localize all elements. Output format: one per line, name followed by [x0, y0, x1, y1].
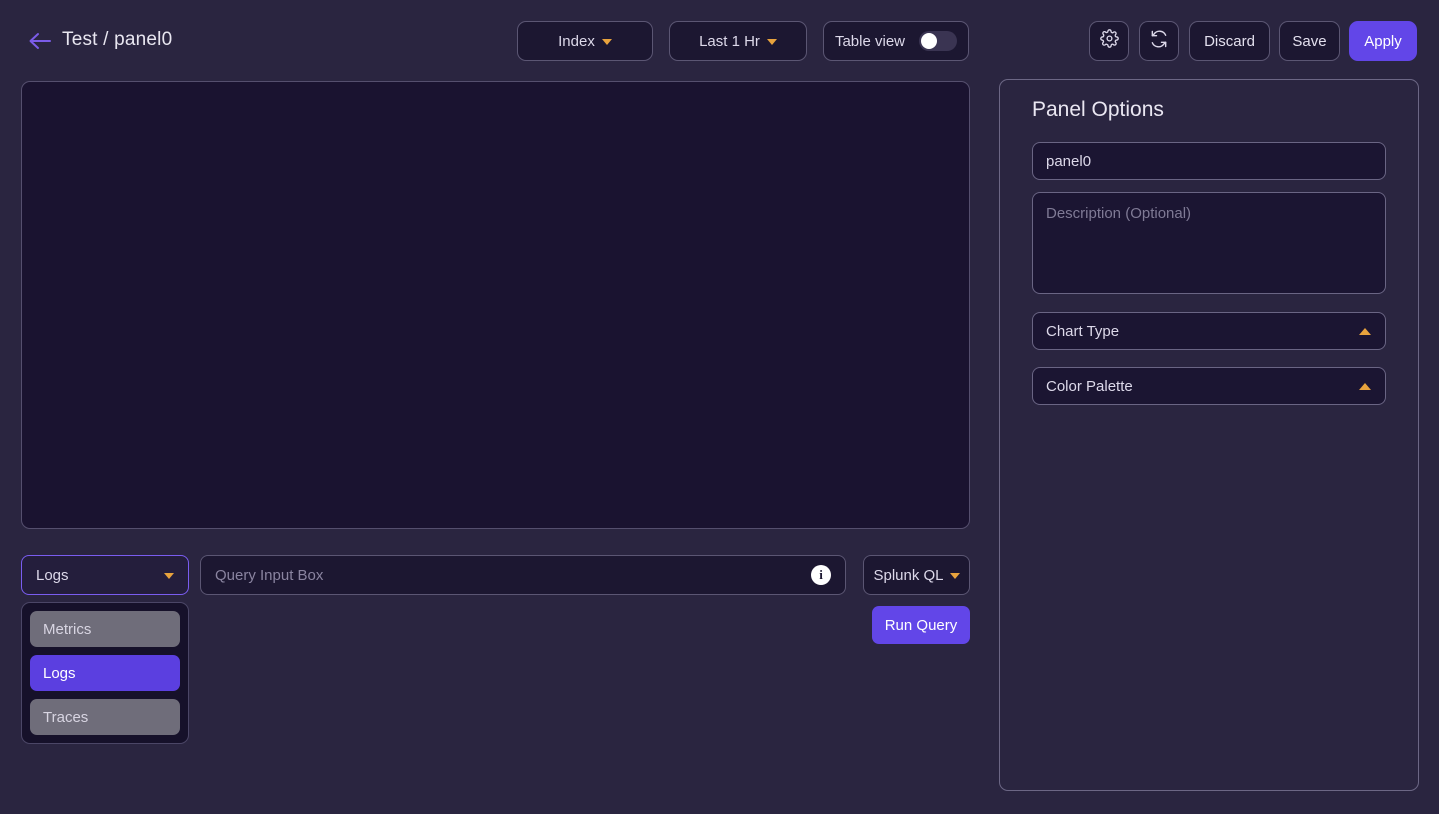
panel-name-value: panel0	[1046, 152, 1092, 170]
time-range-label: Last 1 Hr	[699, 32, 760, 50]
gear-icon	[1099, 29, 1119, 53]
save-button[interactable]: Save	[1279, 21, 1340, 61]
chevron-down-icon	[164, 573, 174, 579]
run-query-button[interactable]: Run Query	[872, 606, 970, 644]
index-dropdown[interactable]: Index	[517, 21, 653, 61]
panel-options-sidebar: Panel Options panel0 Description (Option…	[999, 79, 1419, 791]
apply-button[interactable]: Apply	[1349, 21, 1417, 61]
query-language-dropdown[interactable]: Splunk QL	[863, 555, 970, 595]
data-source-option-traces[interactable]: Traces	[30, 699, 180, 735]
discard-button[interactable]: Discard	[1189, 21, 1270, 61]
refresh-button[interactable]	[1139, 21, 1179, 61]
panel-name-input[interactable]: panel0	[1032, 142, 1386, 180]
table-view-label: Table view	[834, 32, 906, 50]
panel-editor-page: Test / panel0 Index Last 1 Hr Table view	[0, 0, 1439, 814]
data-source-option-logs[interactable]: Logs	[30, 655, 180, 691]
back-arrow-icon[interactable]	[26, 29, 54, 53]
query-input[interactable]: Query Input Box i	[200, 555, 846, 595]
chevron-down-icon	[766, 39, 777, 45]
settings-button[interactable]	[1089, 21, 1129, 61]
index-dropdown-label: Index	[558, 32, 595, 50]
toggle-knob	[921, 33, 938, 49]
info-icon[interactable]: i	[811, 565, 831, 585]
table-view-toggle-group[interactable]: Table view	[823, 21, 969, 61]
data-source-select-value: Logs	[36, 566, 69, 584]
panel-description-input[interactable]: Description (Optional)	[1032, 192, 1386, 294]
chart-type-label: Chart Type	[1046, 322, 1120, 340]
query-input-placeholder: Query Input Box	[215, 566, 324, 584]
query-language-label: Splunk QL	[873, 566, 944, 584]
data-source-option-metrics[interactable]: Metrics	[30, 611, 180, 647]
panel-description-placeholder: Description (Optional)	[1046, 205, 1192, 222]
panel-options-title: Panel Options	[1032, 98, 1164, 121]
table-view-toggle[interactable]	[919, 31, 958, 51]
chevron-down-icon	[949, 573, 960, 579]
chart-preview-panel	[21, 81, 970, 529]
chart-type-accordion[interactable]: Chart Type	[1032, 312, 1386, 350]
chevron-up-icon	[1359, 382, 1371, 390]
color-palette-label: Color Palette	[1046, 377, 1133, 395]
time-range-dropdown[interactable]: Last 1 Hr	[669, 21, 807, 61]
chevron-up-icon	[1359, 327, 1371, 335]
chevron-down-icon	[601, 39, 612, 45]
data-source-select[interactable]: Logs	[21, 555, 189, 595]
refresh-icon	[1149, 29, 1169, 54]
color-palette-accordion[interactable]: Color Palette	[1032, 367, 1386, 405]
top-toolbar: Test / panel0 Index Last 1 Hr Table view	[0, 0, 1439, 81]
data-source-menu: Metrics Logs Traces	[21, 602, 189, 744]
page-title: Test / panel0	[62, 29, 173, 50]
